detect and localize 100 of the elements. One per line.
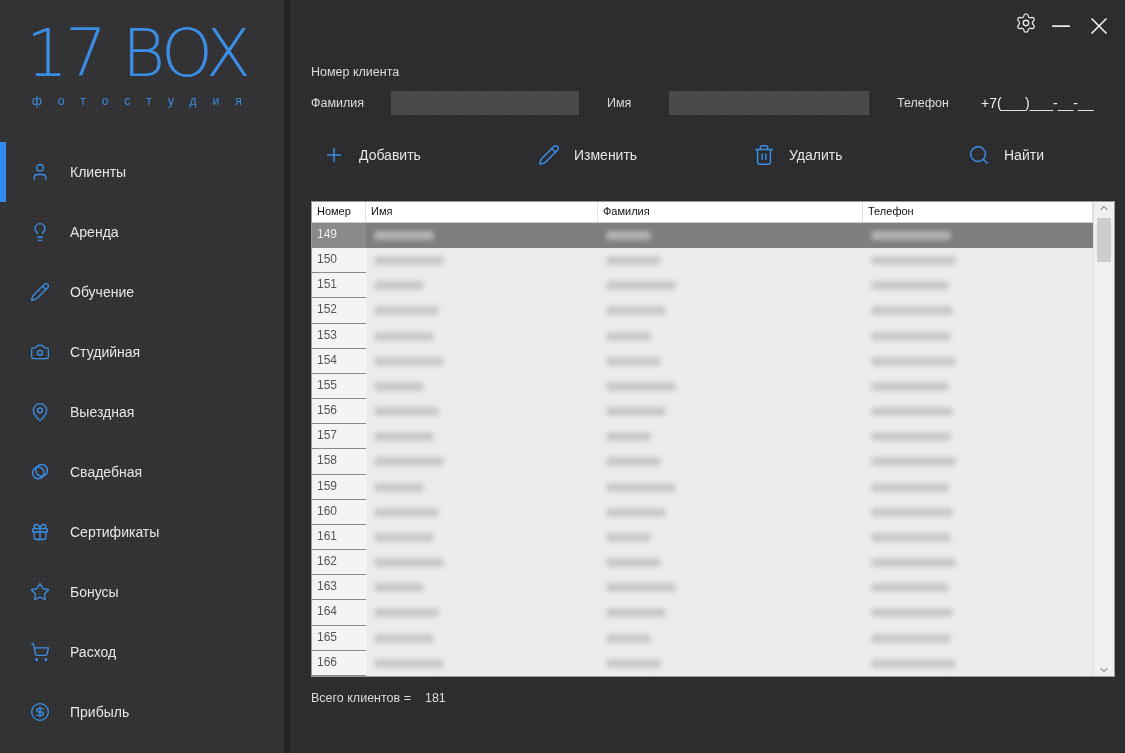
settings-icon[interactable] [1015,12,1037,34]
sidebar-item[interactable]: Прибыль [0,682,284,742]
blurred-text [606,381,676,391]
scrollbar[interactable] [1093,202,1114,676]
table-row[interactable]: 151 [312,273,1093,299]
blurred-text [374,381,424,391]
input-field[interactable] [669,91,869,115]
toolbar-button[interactable]: Изменить [526,144,741,166]
field-label: Имя [606,96,633,110]
row-number: 150 [312,248,366,274]
table-row[interactable]: 166 [312,650,1093,676]
phone-field[interactable]: +7(___)___-__-__ [977,91,1107,115]
blurred-text [606,432,651,442]
column-header[interactable]: Имя [366,202,598,222]
column-header[interactable]: Номер [312,202,366,222]
camera-icon [30,342,50,362]
sidebar-item[interactable]: Выездная [0,382,284,442]
table-row[interactable]: 158 [312,449,1093,475]
blurred-text [606,407,666,417]
input-field[interactable] [391,91,579,115]
row-number: 149 [312,222,366,249]
scroll-thumb[interactable] [1097,218,1111,262]
blurred-text [374,407,439,417]
pencil-icon [30,282,50,302]
blurred-text [374,230,434,240]
row-number: 165 [312,625,366,651]
blurred-text [374,356,444,366]
gift-icon [30,522,50,542]
pencil-icon [538,144,560,166]
table-row[interactable]: 157 [312,424,1093,450]
table-row[interactable]: 152 [312,298,1093,324]
row-number: 160 [312,499,366,525]
row-number: 156 [312,399,366,425]
row-number: 155 [312,373,366,400]
table-row[interactable]: 165 [312,625,1093,651]
blurred-text [374,583,424,593]
blurred-text [374,558,444,568]
table-row[interactable]: 155 [312,373,1093,400]
total-label: Всего клиентов = [311,691,411,705]
blurred-text [374,306,439,316]
blurred-text [374,256,444,266]
row-number: 163 [312,575,366,601]
cart-icon [30,642,50,662]
blurred-text [606,482,676,492]
table-row[interactable]: 159 [312,474,1093,500]
blurred-text [374,532,434,542]
blurred-text [606,356,661,366]
table-row[interactable]: 150 [312,248,1093,274]
table-row[interactable]: 164 [312,600,1093,626]
logo-title: 17 BOX [26,14,248,94]
blurred-text [374,633,434,643]
blurred-text [606,583,676,593]
blurred-text [606,507,666,517]
table-row[interactable]: 153 [312,323,1093,349]
map-pin-icon [30,402,50,422]
sidebar-item[interactable]: Сертификаты [0,502,284,562]
blurred-text [374,432,434,442]
sidebar-item[interactable]: Клиенты [0,142,284,202]
dollar-coin-icon [30,702,50,722]
blurred-text [374,331,434,341]
blurred-text [606,558,661,568]
star-icon [30,582,50,602]
row-number: 152 [312,298,366,324]
toolbar-button[interactable]: Найти [956,144,1125,166]
table-row[interactable]: 163 [312,575,1093,601]
field-label: Фамилия [311,96,366,110]
blurred-text [374,281,424,291]
sidebar-item[interactable]: Аренда [0,202,284,262]
blurred-text [606,633,651,643]
blurred-text [606,532,651,542]
blurred-text [606,457,661,467]
table-row[interactable]: 162 [312,550,1093,576]
row-number: 159 [312,474,366,500]
column-header[interactable]: Фамилия [598,202,863,222]
table-row[interactable]: 156 [312,399,1093,425]
blurred-text [374,658,444,668]
sidebar-item[interactable]: Расход [0,622,284,682]
blurred-text [374,482,424,492]
table-row[interactable]: 161 [312,524,1093,551]
row-number: 158 [312,449,366,475]
trash-icon [753,144,775,166]
toolbar-button[interactable]: Добавить [311,144,526,166]
row-number: 166 [312,650,366,676]
toolbar-button[interactable]: Удалить [741,144,956,166]
table-row[interactable]: 154 [312,348,1093,374]
sidebar-item[interactable]: Бонусы [0,562,284,622]
total-value: 181 [424,691,446,705]
client-number-label: Номер клиента [311,65,400,79]
sidebar-item[interactable]: Обучение [0,262,284,322]
blurred-text [606,331,651,341]
blurred-text [606,256,661,266]
logo-subtitle: фотостудия [32,94,258,108]
sidebar-item[interactable]: Свадебная [0,442,284,502]
blurred-text [606,658,661,668]
row-number: 151 [312,273,366,299]
blurred-text [606,230,651,240]
search-icon [968,144,990,166]
sidebar-item[interactable]: Студийная [0,322,284,382]
rings-icon [30,462,50,482]
table-row[interactable]: 160 [312,499,1093,525]
